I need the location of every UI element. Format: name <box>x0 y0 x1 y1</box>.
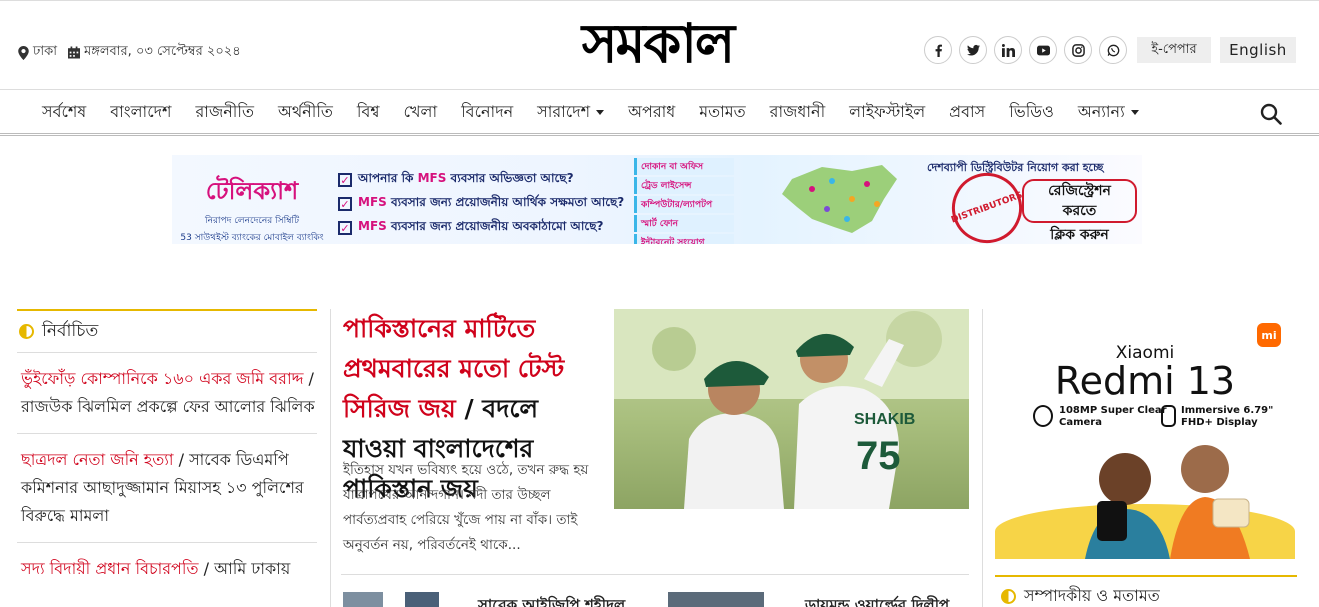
social-links <box>924 36 1127 64</box>
telecash-banner-ad[interactable]: টেলিক্যাশ নিরাপদ লেনদেনের সিম্বিটি 53 সা… <box>172 155 1142 244</box>
jersey-name: SHAKIB <box>854 411 915 428</box>
editorial-section-heading[interactable]: সম্পাদকীয় ও মতামত <box>995 575 1297 607</box>
epaper-button[interactable]: ই-পেপার <box>1137 37 1211 63</box>
list-item[interactable]: সদ্য বিদায়ী প্রধান বিচারপতি / আমি ঢাকায… <box>17 543 317 595</box>
caret-down-icon <box>596 110 605 115</box>
search-icon[interactable] <box>1260 103 1282 125</box>
location-label: ঢাকা <box>33 44 57 59</box>
nav-item-world[interactable]: বিশ্ব <box>345 99 392 126</box>
nav-item-capital[interactable]: রাজধানী <box>758 99 838 126</box>
site-logo[interactable]: সমকাল <box>505 11 810 75</box>
nav-item-others[interactable]: অন্যান্য <box>1066 99 1151 126</box>
ad-checklist: দোকান বা অফিস ট্রেড লাইসেন্স কম্পিউটার/ল… <box>634 158 734 244</box>
jersey-number: 75 <box>856 434 901 478</box>
ad-cta-line: ক্লিক করুন <box>1050 227 1109 243</box>
ad-question: ✓ MFS ব্যবসার জন্য প্রয়োজনীয় অবকাঠামো আ… <box>338 218 603 238</box>
lead-summary: ইতিহাস যখন ভবিষ্যৎ হয়ে ওঠে, তখন রুদ্ধ হ… <box>343 462 589 553</box>
linkedin-icon[interactable] <box>994 36 1022 64</box>
sub-story-thumb <box>343 592 383 607</box>
ad-checklist-item: কম্পিউটার/ল্যাপটপ <box>634 196 734 213</box>
ad-feature: Immersive 6.79" FHD+ Display <box>1181 405 1274 428</box>
ad-brand: টেলিক্যাশ <box>205 177 299 205</box>
location: ঢাকা <box>18 42 57 63</box>
nav-item-entertainment[interactable]: বিনোদন <box>449 99 525 126</box>
calendar-icon <box>68 46 80 59</box>
ad-checklist-item: ইন্টারনেট সংযোগ <box>634 234 734 244</box>
column-divider <box>330 309 331 607</box>
nav-item-economy[interactable]: অর্থনীতি <box>266 99 345 126</box>
section-heading-label: নির্বাচিত <box>42 320 99 341</box>
nav-item-countrywide[interactable]: সারাদেশ <box>525 99 616 126</box>
lead-photo[interactable]: SHAKIB 75 <box>614 309 969 509</box>
section-heading-label: সম্পাদকীয় ও মতামত <box>1024 585 1160 605</box>
bangladesh-map-icon <box>782 165 897 233</box>
nav-item-probash[interactable]: প্রবাস <box>937 99 997 126</box>
youtube-icon[interactable] <box>1029 36 1057 64</box>
ad-cta[interactable]: রেজিস্ট্রেশন করতে ক্লিক করুন <box>1022 179 1137 244</box>
date-label: মঙ্গলবার, ০৩ সেপ্টেম্বর ২০২৪ <box>84 44 241 59</box>
selected-section: নির্বাচিত ভুঁইফোঁড় কোম্পানিকে ১৬০ একর জ… <box>17 309 317 595</box>
ad-question: ✓ MFS ব্যবসার জন্য প্রয়োজনীয় আর্থিক সক্… <box>338 194 624 214</box>
section-divider <box>341 574 969 575</box>
ad-question: ✓ আপনার কি MFS ব্যবসার অভিজ্ঞতা আছে? <box>338 170 574 190</box>
nav-item-opinion[interactable]: মতামত <box>687 99 757 126</box>
nav-item-sports[interactable]: খেলা <box>392 99 450 126</box>
ad-checklist-item: ট্রেড লাইসেন্স <box>634 177 734 194</box>
half-circle-icon <box>1001 588 1016 604</box>
top-bar: ঢাকা মঙ্গলবার, ০৩ সেপ্টেম্বর ২০২৪ সমকাল … <box>0 0 1319 89</box>
ad-checklist-item: দোকান বা অফিস <box>634 158 734 175</box>
facebook-icon[interactable] <box>924 36 952 64</box>
sub-story-title: ডায়মন্ড ওয়ার্ল্ডের দিলীপ <box>805 596 950 607</box>
list-item[interactable]: ভুঁইফোঁড় কোম্পানিকে ১৬০ একর জমি বরাদ্দ … <box>17 353 317 434</box>
twitter-icon[interactable] <box>959 36 987 64</box>
cricketers-photo: SHAKIB 75 <box>614 309 969 509</box>
ad-feature: 108MP Super Clear Camera <box>1059 405 1167 428</box>
main-nav: সর্বশেষ বাংলাদেশ রাজনীতি অর্থনীতি বিশ্ব … <box>0 89 1319 136</box>
ad-distributor-title: দেশব্যাপী ডিস্ট্রিবিউটর নিয়োগ করা হচ্ছে <box>927 161 1104 174</box>
sub-story-thumb <box>668 592 764 607</box>
ad-brand-foot: 53 সাউথইস্ট ব্যাংকের মোবাইল ব্যাংকিং সেব… <box>180 233 324 243</box>
checkbox-icon: ✓ <box>338 197 352 211</box>
redmi-ad[interactable]: mi Xiaomi Redmi 13 108MP Super Clear Came… <box>995 309 1295 559</box>
nav-item-video[interactable]: ভিডিও <box>997 99 1066 126</box>
list-item[interactable]: ছাত্রদল নেতা জনি হত্যা / সাবেক ডিএমপি কম… <box>17 434 317 543</box>
nav-item-crime[interactable]: অপরাধ <box>616 99 687 126</box>
caret-down-icon <box>1130 110 1139 115</box>
nav-item-lifestyle[interactable]: লাইফস্টাইল <box>837 99 937 126</box>
sub-story-title: সাবেক আইজিপি শহীদুল <box>478 596 626 607</box>
ad-model: Redmi 13 <box>1054 359 1236 403</box>
map-marker-icon <box>18 45 29 60</box>
half-circle-icon <box>19 324 34 339</box>
nav-item-latest[interactable]: সর্বশেষ <box>30 99 98 126</box>
ad-checklist-item: স্মার্ট ফোন <box>634 215 734 232</box>
camera-icon <box>1033 405 1053 427</box>
sub-story-thumb <box>405 592 439 607</box>
nav-item-bangladesh[interactable]: বাংলাদেশ <box>98 99 183 126</box>
date: মঙ্গলবার, ০৩ সেপ্টেম্বর ২০২৪ <box>68 42 241 63</box>
nav-item-politics[interactable]: রাজনীতি <box>184 99 266 126</box>
instagram-icon[interactable] <box>1064 36 1092 64</box>
whatsapp-icon[interactable] <box>1099 36 1127 64</box>
ad-brand-sub: নিরাপদ লেনদেনের সিম্বিটি <box>205 216 299 226</box>
checkbox-icon: ✓ <box>338 173 352 187</box>
section-heading: নির্বাচিত <box>17 309 317 353</box>
english-version-button[interactable]: English <box>1220 37 1296 63</box>
ad-cta-line: রেজিস্ট্রেশন করতে <box>1022 179 1137 223</box>
column-divider <box>982 309 983 607</box>
checkbox-icon: ✓ <box>338 221 352 235</box>
sub-story[interactable]: ডায়মন্ড ওয়ার্ল্ডের দিলীপ <box>668 592 968 607</box>
sub-story[interactable]: সাবেক আইজিপি শহীদুল <box>343 592 643 607</box>
ad-models-image <box>1085 445 1250 559</box>
phone-icon <box>1161 405 1176 427</box>
